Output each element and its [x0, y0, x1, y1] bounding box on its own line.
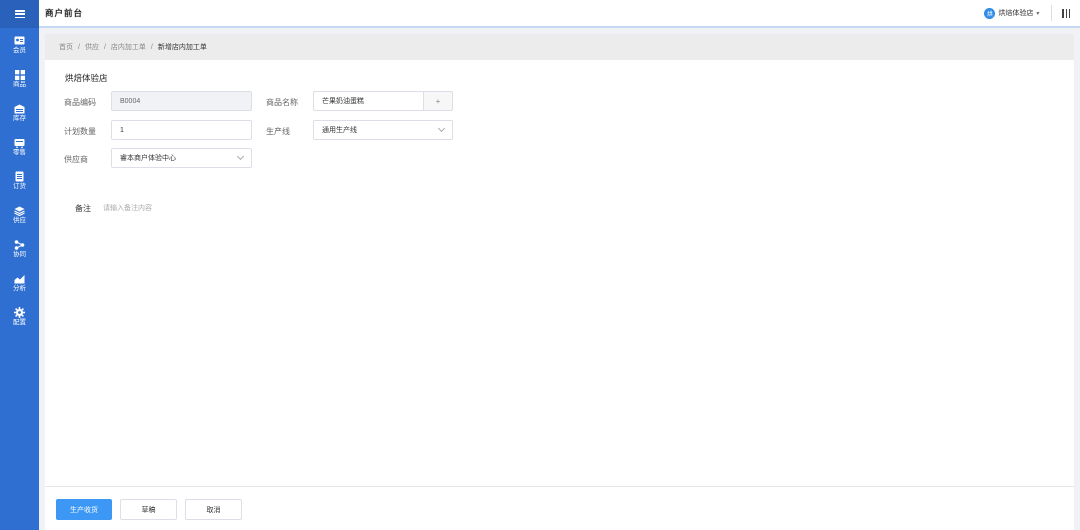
layers-icon	[14, 205, 25, 216]
member-card-icon	[14, 35, 25, 46]
sidebar-item-collaboration[interactable]: 协同	[0, 232, 39, 266]
sidebar-item-label: 配置	[13, 319, 26, 327]
production-line-label: 生产线	[266, 127, 290, 136]
collaboration-icon	[14, 239, 25, 250]
note-input[interactable]: 请输入备注内容	[103, 200, 503, 216]
header-right: 烘 烘焙体验店 ▾	[984, 0, 1080, 26]
sidebar-item-label: 供应	[13, 217, 26, 225]
top-header: 商户前台 烘 烘焙体验店 ▾	[39, 0, 1080, 28]
sidebar-item-supply[interactable]: 供应	[0, 198, 39, 232]
grid-icon	[14, 69, 25, 80]
cancel-button[interactable]: 取消	[185, 499, 242, 520]
sidebar-item-member[interactable]: 会员	[0, 28, 39, 62]
plan-qty-label: 计划数量	[64, 127, 96, 136]
sidebar-item-label: 库存	[13, 115, 26, 123]
menu-toggle-button[interactable]	[0, 0, 39, 28]
store-switcher[interactable]: 烘 烘焙体验店 ▾	[984, 7, 1040, 19]
breadcrumb-separator: /	[78, 43, 80, 51]
gear-icon	[14, 307, 25, 319]
sidebar-item-product[interactable]: 商品	[0, 62, 39, 96]
cart-icon	[14, 137, 25, 148]
production-line-value: 通用生产线	[322, 127, 357, 134]
product-name-value: 芒果奶油蛋糕	[322, 98, 364, 105]
production-line-select[interactable]: 通用生产线	[313, 120, 453, 140]
hamburger-icon	[14, 10, 25, 18]
breadcrumb-separator: /	[103, 43, 106, 51]
breadcrumb-processing-orders[interactable]: 店内加工单	[111, 42, 146, 52]
breadcrumb-separator: /	[150, 43, 153, 51]
plus-icon: +	[435, 96, 441, 106]
product-code-field: B0004	[111, 91, 252, 111]
breadcrumb-current: 新增店内加工单	[157, 44, 207, 51]
note-placeholder: 请输入备注内容	[103, 205, 152, 212]
product-name-label: 商品名称	[266, 98, 298, 107]
caret-down-icon: ▾	[1036, 10, 1040, 17]
warehouse-icon	[14, 103, 25, 114]
breadcrumb-home[interactable]: 首页	[59, 42, 73, 52]
chart-icon	[14, 273, 25, 284]
sidebar-item-config[interactable]: 配置	[0, 300, 39, 334]
sidebar-item-order[interactable]: 订货	[0, 164, 39, 198]
form-panel: 烘焙体验店 商品编码 B0004 商品名称 芒果奶油蛋糕 + 计划数量 1 生产…	[45, 60, 1074, 486]
columns-icon[interactable]	[1062, 8, 1070, 18]
sidebar-item-label: 会员	[13, 47, 26, 55]
sidebar-item-label: 商品	[13, 81, 26, 89]
supplier-select[interactable]: 睿本商户体验中心	[111, 148, 252, 168]
product-code-value: B0004	[120, 97, 141, 105]
sidebar-item-label: 订货	[13, 183, 26, 191]
sidebar-item-retail[interactable]: 零售	[0, 130, 39, 164]
store-heading: 烘焙体验店	[65, 73, 108, 83]
header-divider	[1051, 5, 1053, 21]
supplier-label: 供应商	[64, 155, 88, 164]
order-list-icon	[14, 171, 25, 182]
sidebar-item-label: 分析	[13, 285, 26, 293]
sidebar-item-analysis[interactable]: 分析	[0, 266, 39, 300]
breadcrumb-supply[interactable]: 供应	[85, 42, 99, 52]
store-name: 烘焙体验店	[998, 10, 1034, 17]
store-badge-icon: 烘	[984, 7, 996, 19]
supplier-value: 睿本商户体验中心	[120, 155, 176, 162]
app-title: 商户前台	[45, 8, 84, 18]
product-name-field[interactable]: 芒果奶油蛋糕	[313, 91, 424, 111]
sidebar-item-inventory[interactable]: 库存	[0, 96, 39, 130]
produce-receive-button[interactable]: 生产收货	[56, 499, 112, 520]
action-bar: 生产收货 草稿 取消	[45, 486, 1074, 530]
plan-qty-field[interactable]: 1	[111, 120, 252, 140]
sidebar: 会员 商品 库存 零售 订货 供应 协同 分析 配置	[0, 0, 39, 530]
sidebar-item-label: 零售	[13, 149, 26, 157]
sidebar-item-label: 协同	[13, 251, 26, 259]
breadcrumb: 首页 / 供应 / 店内加工单 / 新增店内加工单	[45, 34, 1074, 60]
product-code-label: 商品编码	[64, 98, 96, 107]
chevron-down-icon	[236, 152, 245, 161]
chevron-down-icon	[437, 124, 446, 133]
draft-button[interactable]: 草稿	[120, 499, 177, 520]
add-product-button[interactable]: +	[424, 91, 453, 111]
plan-qty-value: 1	[120, 126, 124, 134]
note-label: 备注	[75, 204, 91, 213]
